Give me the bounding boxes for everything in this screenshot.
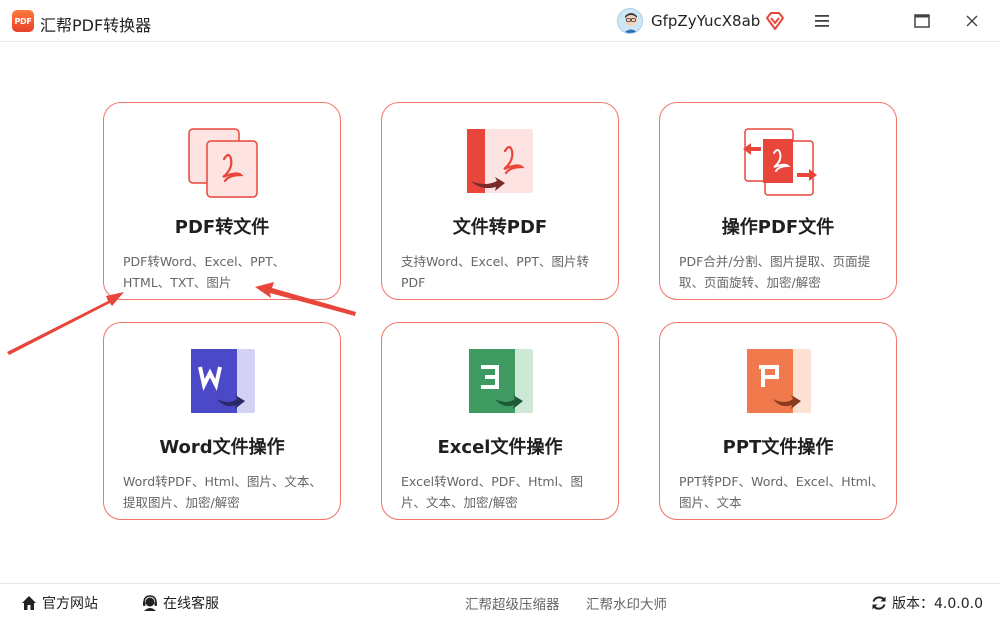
avatar-icon[interactable] <box>617 8 643 34</box>
version-label: 版本：4.0.0.0 <box>892 596 983 612</box>
version-info[interactable]: 版本：4.0.0.0 <box>870 593 983 613</box>
close-icon[interactable] <box>961 10 983 32</box>
compressor-link[interactable]: 汇帮超级压缩器 <box>465 593 560 613</box>
annotation-arrows <box>7 282 356 355</box>
refresh-icon <box>870 594 888 612</box>
excel-file-icon <box>461 345 541 421</box>
card-title: 操作PDF文件 <box>721 217 835 238</box>
card-description: 支持Word、Excel、PPT、图片转PDF <box>401 254 589 290</box>
footer-bar: 官方网站 在线客服 汇帮超级压缩器 汇帮水印大师 版本：4.0.0.0 <box>0 583 1000 617</box>
card-title: PDF转文件 <box>174 217 270 238</box>
card-pdf-to-file[interactable]: PDF转文件 PDF转Word、Excel、PPT、HTML、TXT、图片 <box>103 102 341 300</box>
pdf-operations-icon <box>739 125 819 201</box>
title-bar: PDF 汇帮PDF转换器 GfpZyYucX8ab <box>0 0 1000 42</box>
card-description: PPT转PDF、Word、Excel、Html、图片、文本 <box>679 474 884 510</box>
hamburger-menu-icon[interactable] <box>811 10 833 32</box>
card-description: PDF合并/分割、图片提取、页面提取、页面旋转、加密/解密 <box>679 254 871 290</box>
card-file-to-pdf[interactable]: 文件转PDF 支持Word、Excel、PPT、图片转PDF <box>381 102 619 300</box>
card-description: Excel转Word、PDF、Html、图片、文本、加密/解密 <box>401 474 584 510</box>
online-support-link[interactable]: 在线客服 <box>141 593 219 613</box>
user-name[interactable]: GfpZyYucX8ab <box>651 12 760 30</box>
app-logo-icon: PDF <box>12 10 34 32</box>
card-pdf-operations[interactable]: 操作PDF文件 PDF合并/分割、图片提取、页面提取、页面旋转、加密/解密 <box>659 102 897 300</box>
card-word-operations[interactable]: Word文件操作 Word转PDF、Html、图片、文本、提取图片、加密/解密 <box>103 322 341 520</box>
card-title: Word文件操作 <box>159 437 285 458</box>
headset-icon <box>141 594 159 612</box>
card-description: PDF转Word、Excel、PPT、HTML、TXT、图片 <box>123 254 286 290</box>
file-to-pdf-icon <box>461 125 541 201</box>
card-title: PPT文件操作 <box>722 437 834 458</box>
online-support-label: 在线客服 <box>163 596 219 612</box>
ppt-file-icon <box>739 345 819 421</box>
watermark-link[interactable]: 汇帮水印大师 <box>586 593 667 613</box>
official-website-link[interactable]: 官方网站 <box>20 593 98 613</box>
maximize-icon[interactable] <box>911 10 933 32</box>
card-title: Excel文件操作 <box>437 437 563 458</box>
app-title: 汇帮PDF转换器 <box>40 16 152 35</box>
card-ppt-operations[interactable]: PPT文件操作 PPT转PDF、Word、Excel、Html、图片、文本 <box>659 322 897 520</box>
pdf-to-file-icon <box>183 125 263 201</box>
card-description: Word转PDF、Html、图片、文本、提取图片、加密/解密 <box>123 474 322 510</box>
home-icon <box>20 594 38 612</box>
diamond-vip-icon[interactable] <box>764 10 786 32</box>
official-website-label: 官方网站 <box>42 596 98 612</box>
card-excel-operations[interactable]: Excel文件操作 Excel转Word、PDF、Html、图片、文本、加密/解… <box>381 322 619 520</box>
card-title: 文件转PDF <box>452 217 548 238</box>
word-file-icon <box>183 345 263 421</box>
